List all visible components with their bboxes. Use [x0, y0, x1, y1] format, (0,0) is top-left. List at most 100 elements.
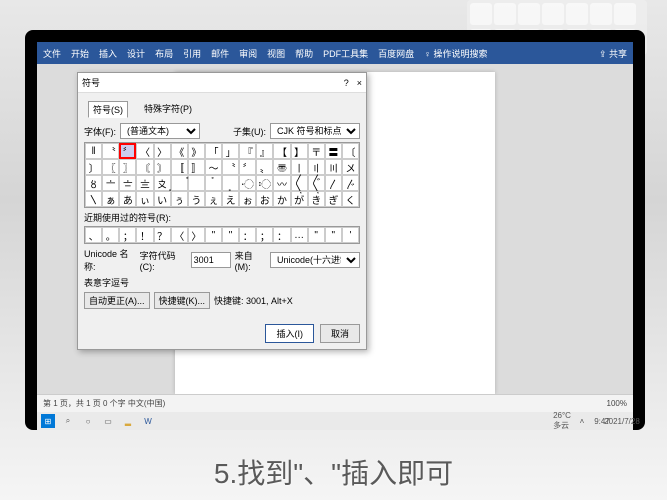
word-icon[interactable]: W	[141, 414, 155, 428]
symbol-cell[interactable]: 〔	[342, 143, 359, 159]
taskview-icon[interactable]: ▭	[101, 414, 115, 428]
symbol-cell[interactable]: 〒	[308, 143, 325, 159]
symbol-cell[interactable]: 〪	[171, 175, 188, 191]
symbol-cell[interactable]: 〉	[154, 143, 171, 159]
symbol-cell[interactable]: 『	[239, 143, 256, 159]
symbol-cell[interactable]: が	[291, 191, 308, 207]
recent-cell[interactable]: ！	[136, 227, 153, 243]
tab-symbols[interactable]: 符号(S)	[88, 101, 128, 118]
ribbon-tab[interactable]: 插入	[99, 47, 117, 60]
symbol-cell[interactable]: 〦	[102, 175, 119, 191]
recent-cell[interactable]: 。	[102, 227, 119, 243]
code-input[interactable]	[191, 252, 231, 268]
symbol-cell[interactable]: く	[342, 191, 359, 207]
symbol-cell[interactable]: え	[222, 191, 239, 207]
cancel-button[interactable]: 取消	[320, 324, 360, 343]
subset-select[interactable]: CJK 符号和标点	[270, 123, 360, 139]
symbol-cell[interactable]: 〲	[308, 175, 325, 191]
ribbon-tab[interactable]: 设计	[127, 47, 145, 60]
search-icon[interactable]: ⌕	[61, 414, 75, 428]
search-hint[interactable]: ♀ 操作说明搜索	[424, 47, 487, 60]
symbol-cell[interactable]: 〵	[85, 191, 102, 207]
symbol-cell[interactable]: 》	[188, 143, 205, 159]
ribbon-tab[interactable]: 百度网盘	[378, 47, 414, 60]
close-icon[interactable]: ×	[357, 78, 362, 88]
recent-cell[interactable]: …	[291, 227, 308, 243]
symbol-cell[interactable]: 〘	[136, 159, 153, 175]
symbol-cell[interactable]: 〫	[188, 175, 205, 191]
symbol-grid[interactable]: ‖〝〞〈〉《》「」『』【】〒〓〔〕〖〗〘〙〚〛〜〝〞〟〠〡〢〣〤〥〦〧〨〩〪〫〬…	[84, 142, 360, 208]
symbol-cell[interactable]: 〧	[119, 175, 136, 191]
tab-special[interactable]: 特殊字符(P)	[140, 101, 196, 118]
symbol-cell[interactable]: 〙	[154, 159, 171, 175]
symbol-cell[interactable]: 「	[205, 143, 222, 159]
symbol-cell[interactable]: ぃ	[136, 191, 153, 207]
symbol-cell[interactable]: 〢	[308, 159, 325, 175]
recent-cell[interactable]: ；	[119, 227, 136, 243]
insert-button[interactable]: 插入(I)	[265, 324, 314, 343]
ribbon-tab[interactable]: 布局	[155, 47, 173, 60]
symbol-cell[interactable]: 〈	[136, 143, 153, 159]
recent-cell[interactable]: ：	[239, 227, 256, 243]
symbol-cell[interactable]: 【	[273, 143, 290, 159]
recent-cell[interactable]: "	[205, 227, 222, 243]
symbol-cell[interactable]: 〛	[188, 159, 205, 175]
symbol-cell[interactable]: 〣	[325, 159, 342, 175]
ribbon-tab[interactable]: 帮助	[295, 47, 313, 60]
recent-cell[interactable]: "	[325, 227, 342, 243]
symbol-cell[interactable]: 〤	[342, 159, 359, 175]
symbol-cell[interactable]: ぉ	[239, 191, 256, 207]
recent-cell[interactable]: 〉	[188, 227, 205, 243]
shortcut-button[interactable]: 快捷键(K)...	[154, 292, 211, 309]
ribbon-tab[interactable]: 视图	[267, 47, 285, 60]
symbol-cell[interactable]: 〳	[325, 175, 342, 191]
symbol-cell[interactable]: ぎ	[325, 191, 342, 207]
symbol-cell[interactable]: 〚	[171, 159, 188, 175]
symbol-cell[interactable]: 」	[222, 143, 239, 159]
symbol-cell[interactable]: 〟	[256, 159, 273, 175]
recent-cell[interactable]: ：	[273, 227, 290, 243]
ribbon-tab[interactable]: 邮件	[211, 47, 229, 60]
symbol-cell[interactable]: 〜	[205, 159, 222, 175]
symbol-cell[interactable]: 〞	[239, 159, 256, 175]
symbol-cell[interactable]: 〝	[102, 143, 119, 159]
symbol-cell[interactable]: 〮	[239, 175, 256, 191]
explorer-icon[interactable]: ▂	[121, 414, 135, 428]
symbol-cell[interactable]: あ	[119, 191, 136, 207]
share-button[interactable]: ⇪ 共享	[599, 47, 627, 60]
help-icon[interactable]: ?	[344, 78, 349, 88]
symbol-cell[interactable]: 〭	[222, 175, 239, 191]
recent-grid[interactable]: 、。；！？〈〉""：；：…""'	[84, 226, 360, 244]
cortana-icon[interactable]: ○	[81, 414, 95, 428]
ribbon-tab[interactable]: PDF工具集	[323, 47, 368, 60]
status-zoom[interactable]: 100%	[607, 399, 627, 408]
symbol-cell[interactable]: う	[188, 191, 205, 207]
symbol-cell[interactable]: お	[256, 191, 273, 207]
symbol-cell[interactable]: 〖	[102, 159, 119, 175]
weather[interactable]: 26°C 多云	[555, 414, 569, 428]
recent-cell[interactable]: ？	[154, 227, 171, 243]
symbol-cell[interactable]: い	[154, 191, 171, 207]
symbol-cell[interactable]: 〬	[205, 175, 222, 191]
recent-cell[interactable]: 、	[85, 227, 102, 243]
symbol-cell[interactable]: 〠	[273, 159, 290, 175]
symbol-cell[interactable]: 〱	[291, 175, 308, 191]
recent-cell[interactable]: 〈	[171, 227, 188, 243]
symbol-cell[interactable]: 〗	[119, 159, 136, 175]
symbol-cell[interactable]: か	[273, 191, 290, 207]
symbol-cell[interactable]: 』	[256, 143, 273, 159]
date[interactable]: 2021/7/28	[615, 414, 629, 428]
symbol-cell[interactable]: 〥	[85, 175, 102, 191]
symbol-cell[interactable]: 〨	[136, 175, 153, 191]
recent-cell[interactable]: '	[342, 227, 359, 243]
symbol-cell[interactable]: き	[308, 191, 325, 207]
start-icon[interactable]: ⊞	[41, 414, 55, 428]
ribbon-tab[interactable]: 开始	[71, 47, 89, 60]
symbol-cell[interactable]: ぁ	[102, 191, 119, 207]
symbol-cell[interactable]: 〰	[273, 175, 290, 191]
symbol-cell[interactable]: ぅ	[171, 191, 188, 207]
font-select[interactable]: (普通文本)	[120, 123, 200, 139]
symbol-cell[interactable]: 〡	[291, 159, 308, 175]
recent-cell[interactable]: "	[308, 227, 325, 243]
symbol-cell[interactable]: ‖	[85, 143, 102, 159]
